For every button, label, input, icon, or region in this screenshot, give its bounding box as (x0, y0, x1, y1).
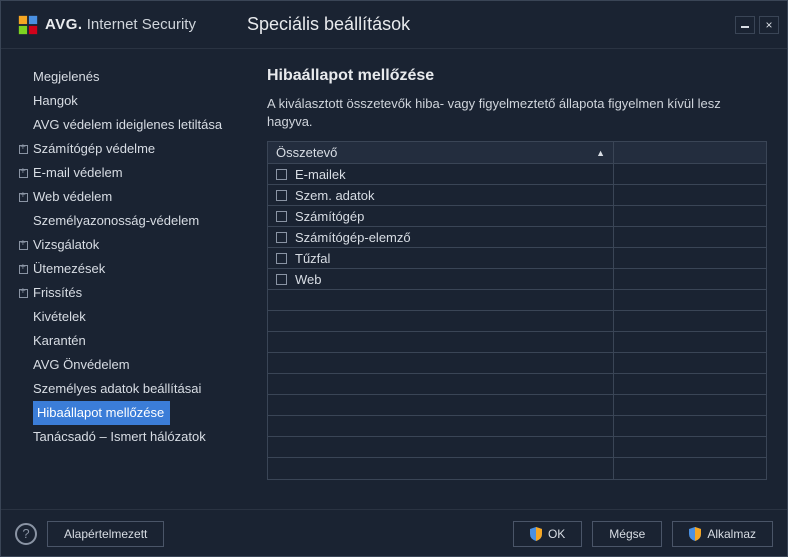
row-label: Szem. adatok (295, 188, 375, 203)
table-row[interactable]: Szem. adatok (268, 185, 766, 206)
table-row[interactable]: E-mailek (268, 164, 766, 185)
row-label: Számítógép-elemző (295, 230, 411, 245)
brand: AVG. Internet Security (17, 14, 247, 36)
avg-logo-icon (17, 14, 39, 36)
sidebar-item[interactable]: Tanácsadó – Ismert hálózatok (1, 425, 247, 449)
table-cell-empty (614, 185, 766, 205)
minimize-icon (740, 21, 750, 29)
default-button-label: Alapértelmezett (64, 527, 147, 541)
sidebar-item[interactable]: E-mail védelem (1, 161, 247, 185)
column-header-label: Összetevő (276, 145, 337, 160)
ok-button-label: OK (548, 527, 565, 541)
column-header-empty (614, 142, 766, 163)
sidebar-tree: MegjelenésHangokAVG védelem ideiglenes l… (1, 49, 247, 509)
sidebar-item[interactable]: Hangok (1, 89, 247, 113)
table-cell-component: Web (268, 269, 614, 289)
table-body: E-mailek Szem. adatok Számítógép Számítógép… (268, 164, 766, 479)
table-cell-component: Számítógép (268, 206, 614, 226)
titlebar: AVG. Internet Security Speciális beállít… (1, 1, 787, 49)
sidebar-item[interactable]: Személyes adatok beállításai (1, 377, 247, 401)
checkbox[interactable] (276, 211, 287, 222)
table-cell-component: Tűzfal (268, 248, 614, 268)
ok-button[interactable]: OK (513, 521, 582, 547)
sidebar-item[interactable]: Személyazonosság-védelem (1, 209, 247, 233)
close-button[interactable]: × (759, 16, 779, 34)
table-header[interactable]: Összetevő ▲ (268, 142, 766, 164)
checkbox[interactable] (276, 190, 287, 201)
cancel-button[interactable]: Mégse (592, 521, 662, 547)
cancel-button-label: Mégse (609, 527, 645, 541)
sidebar-item[interactable]: Vizsgálatok (1, 233, 247, 257)
close-icon: × (765, 18, 772, 32)
table-row[interactable]: Számítógép (268, 206, 766, 227)
table-row-empty (268, 437, 766, 458)
default-button[interactable]: Alapértelmezett (47, 521, 164, 547)
window-controls: × (735, 16, 779, 34)
sidebar-item[interactable]: Karantén (1, 329, 247, 353)
panel-title: Hibaállapot mellőzése (267, 67, 767, 85)
table-row[interactable]: Számítógép-elemző (268, 227, 766, 248)
shield-icon (530, 527, 542, 541)
sidebar-item[interactable]: AVG Önvédelem (1, 353, 247, 377)
checkbox[interactable] (276, 274, 287, 285)
help-icon: ? (22, 526, 29, 541)
table-cell-component: Számítógép-elemző (268, 227, 614, 247)
sidebar-item[interactable]: AVG védelem ideiglenes letiltása (1, 113, 247, 137)
table-cell-empty (614, 248, 766, 268)
sidebar-item[interactable]: Frissítés (1, 281, 247, 305)
sidebar-item[interactable]: Hibaállapot mellőzése (33, 401, 170, 425)
checkbox[interactable] (276, 169, 287, 180)
row-label: Web (295, 272, 322, 287)
table-cell-empty (614, 164, 766, 184)
footer: ? Alapértelmezett OK Mégse Alkalmaz (1, 509, 787, 557)
sidebar-item[interactable]: Web védelem (1, 185, 247, 209)
table-row-empty (268, 395, 766, 416)
table-cell-empty (614, 206, 766, 226)
sidebar-item[interactable]: Megjelenés (1, 65, 247, 89)
table-cell-component: Szem. adatok (268, 185, 614, 205)
minimize-button[interactable] (735, 16, 755, 34)
table-row[interactable]: Tűzfal (268, 248, 766, 269)
help-button[interactable]: ? (15, 523, 37, 545)
table-row[interactable]: Web (268, 269, 766, 290)
checkbox[interactable] (276, 253, 287, 264)
row-label: Számítógép (295, 209, 364, 224)
brand-text: AVG. Internet Security (45, 16, 196, 33)
shield-icon (689, 527, 701, 541)
apply-button-label: Alkalmaz (707, 527, 756, 541)
table-row-empty (268, 290, 766, 311)
column-header-component[interactable]: Összetevő ▲ (268, 142, 614, 163)
content-panel: Hibaállapot mellőzése A kiválasztott öss… (247, 49, 787, 509)
table-cell-empty (614, 227, 766, 247)
table-row-empty (268, 374, 766, 395)
table-row-empty (268, 311, 766, 332)
row-label: Tűzfal (295, 251, 330, 266)
panel-description: A kiválasztott összetevők hiba- vagy fig… (267, 95, 767, 131)
window-title: Speciális beállítások (247, 14, 735, 35)
table-cell-component: E-mailek (268, 164, 614, 184)
sidebar-item[interactable]: Kivételek (1, 305, 247, 329)
table-row-empty (268, 458, 766, 479)
row-label: E-mailek (295, 167, 346, 182)
table-row-empty (268, 416, 766, 437)
checkbox[interactable] (276, 232, 287, 243)
sidebar-item[interactable]: Ütemezések (1, 257, 247, 281)
component-table: Összetevő ▲ E-mailek Szem. adatok Számítóg… (267, 141, 767, 480)
sort-arrow-icon: ▲ (596, 148, 605, 158)
table-row-empty (268, 332, 766, 353)
sidebar-item[interactable]: Számítógép védelme (1, 137, 247, 161)
table-cell-empty (614, 269, 766, 289)
table-row-empty (268, 353, 766, 374)
apply-button[interactable]: Alkalmaz (672, 521, 773, 547)
